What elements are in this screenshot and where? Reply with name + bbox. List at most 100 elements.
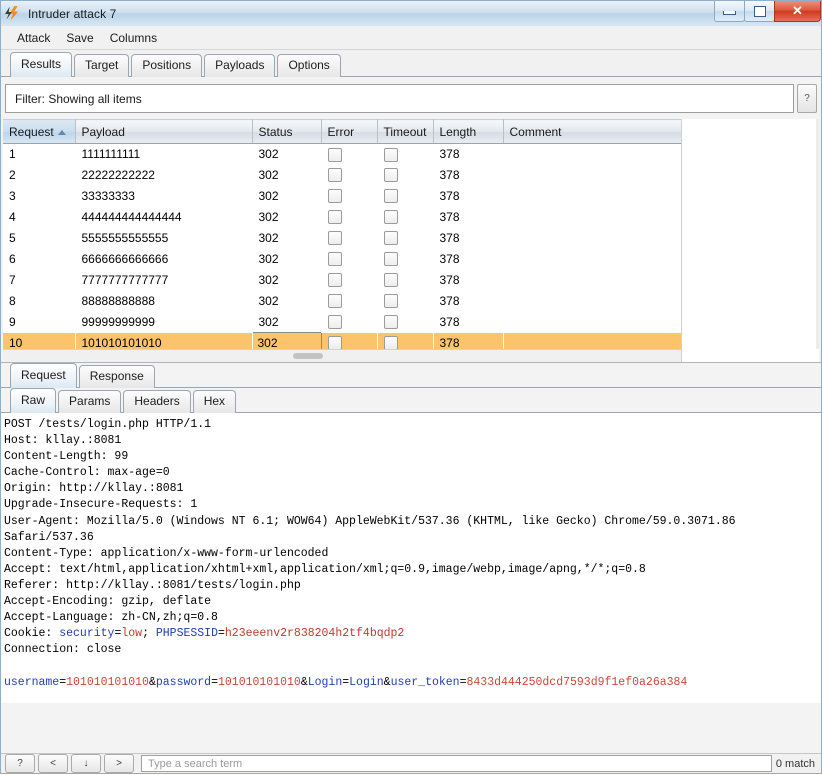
- cell-timeout: [377, 207, 433, 228]
- maximize-button[interactable]: [744, 1, 775, 22]
- results-vertical-scrollbar[interactable]: [816, 119, 819, 349]
- column-header-length[interactable]: Length: [433, 119, 504, 144]
- tab-options[interactable]: Options: [277, 54, 341, 77]
- cell-request: 4: [9, 210, 16, 224]
- timeout-checkbox[interactable]: [383, 147, 398, 162]
- tab-payloads[interactable]: Payloads: [204, 54, 276, 77]
- help-button[interactable]: ?: [5, 754, 35, 773]
- table-row[interactable]: 1 1111111111 302 378: [3, 144, 681, 165]
- cell-timeout: [377, 249, 433, 270]
- tab-response[interactable]: Response: [78, 365, 155, 388]
- tab-raw[interactable]: Raw: [10, 388, 57, 413]
- column-header-error[interactable]: Error: [321, 119, 378, 144]
- cell-comment: [503, 249, 681, 270]
- search-input[interactable]: Type a search term: [141, 755, 772, 772]
- results-table-container: Request Payload Status Error Timeout Len…: [3, 119, 819, 362]
- results-horizontal-scrollbar[interactable]: [3, 349, 681, 362]
- menu-item-columns[interactable]: Columns: [102, 29, 165, 47]
- table-row[interactable]: 7 7777777777777 302 378: [3, 270, 681, 291]
- table-row[interactable]: 8 88888888888 302 378: [3, 291, 681, 312]
- table-row[interactable]: 2 22222222222 302 378: [3, 165, 681, 186]
- burp-bolt-icon: [5, 5, 23, 23]
- error-checkbox[interactable]: [327, 294, 342, 309]
- filter-help-button[interactable]: ?: [797, 84, 817, 113]
- filter-row: Filter: Showing all items ?: [1, 77, 821, 119]
- cell-comment: [503, 270, 681, 291]
- cell-payload: 444444444444444: [81, 210, 182, 224]
- column-header-status[interactable]: Status: [252, 119, 322, 144]
- error-checkbox[interactable]: [327, 231, 342, 246]
- filter-bar[interactable]: Filter: Showing all items: [5, 84, 794, 113]
- scrollbar-thumb[interactable]: [293, 353, 323, 359]
- tab-params[interactable]: Params: [58, 390, 122, 413]
- tab-hex[interactable]: Hex: [192, 390, 237, 413]
- column-header-request[interactable]: Request: [3, 119, 76, 144]
- column-header-timeout[interactable]: Timeout: [377, 119, 434, 144]
- menu-item-attack[interactable]: Attack: [9, 29, 58, 47]
- table-row[interactable]: 3 33333333 302 378: [3, 186, 681, 207]
- cell-comment: [503, 291, 681, 312]
- minimize-button[interactable]: [714, 1, 745, 22]
- cell-status: 302: [258, 294, 279, 308]
- timeout-checkbox[interactable]: [383, 231, 398, 246]
- table-row[interactable]: 5 5555555555555 302 378: [3, 228, 681, 249]
- table-row[interactable]: 9 99999999999 302 378: [3, 312, 681, 333]
- table-row[interactable]: 6 6666666666666 302 378: [3, 249, 681, 270]
- tab-target[interactable]: Target: [74, 54, 130, 77]
- menu-item-save[interactable]: Save: [58, 29, 101, 47]
- search-bar: ? < ↓ > Type a search term 0 match: [1, 753, 821, 773]
- timeout-checkbox[interactable]: [383, 252, 398, 267]
- prev-match-button[interactable]: <: [38, 754, 68, 773]
- table-header-row: Request Payload Status Error Timeout Len…: [3, 119, 682, 144]
- forward-button[interactable]: >: [104, 754, 134, 773]
- timeout-checkbox[interactable]: [383, 315, 398, 330]
- cell-error: [321, 228, 377, 249]
- cell-comment: [503, 144, 681, 165]
- minimize-icon: [723, 11, 736, 15]
- cell-length: 378: [439, 210, 460, 224]
- cell-length: 378: [439, 189, 460, 203]
- tab-request[interactable]: Request: [10, 363, 77, 388]
- cell-error: [321, 291, 377, 312]
- error-checkbox[interactable]: [327, 252, 342, 267]
- window-title-bar[interactable]: Intruder attack 7 ✕: [0, 0, 822, 26]
- cell-status: 302: [258, 231, 279, 245]
- close-button[interactable]: ✕: [774, 1, 821, 22]
- tab-headers[interactable]: Headers: [123, 390, 191, 413]
- cell-length: 378: [439, 147, 460, 162]
- cell-request: 2: [9, 168, 16, 182]
- column-header-payload[interactable]: Payload: [75, 119, 253, 144]
- error-checkbox[interactable]: [327, 189, 342, 204]
- cell-payload: 7777777777777: [81, 273, 169, 287]
- tab-positions[interactable]: Positions: [131, 54, 203, 77]
- next-match-button[interactable]: ↓: [71, 754, 101, 773]
- timeout-checkbox[interactable]: [383, 168, 398, 183]
- application-window: Attack Save Columns Results Target Posit…: [0, 26, 822, 774]
- timeout-checkbox[interactable]: [383, 294, 398, 309]
- table-row[interactable]: 4 444444444444444 302 378: [3, 207, 681, 228]
- error-checkbox[interactable]: [327, 147, 342, 162]
- timeout-checkbox[interactable]: [383, 210, 398, 225]
- cell-length: 378: [439, 315, 460, 329]
- cell-status: 302: [258, 252, 279, 266]
- window-title: Intruder attack 7: [28, 6, 117, 21]
- timeout-checkbox[interactable]: [383, 189, 398, 204]
- cell-request: 3: [9, 189, 16, 203]
- menu-bar: Attack Save Columns: [1, 26, 821, 50]
- cell-payload: 33333333: [81, 189, 135, 203]
- error-checkbox[interactable]: [327, 273, 342, 288]
- cell-request: 8: [9, 294, 16, 308]
- error-checkbox[interactable]: [327, 168, 342, 183]
- cell-timeout: [377, 186, 433, 207]
- cell-request: 1: [9, 147, 16, 162]
- cell-timeout: [377, 228, 433, 249]
- error-checkbox[interactable]: [327, 210, 342, 225]
- column-header-comment[interactable]: Comment: [503, 119, 682, 144]
- cell-comment: [503, 312, 681, 333]
- cell-status: 302: [258, 168, 279, 182]
- cell-error: [321, 249, 377, 270]
- error-checkbox[interactable]: [327, 315, 342, 330]
- tab-results[interactable]: Results: [10, 52, 73, 77]
- raw-request-viewer[interactable]: POST /tests/login.php HTTP/1.1 Host: kll…: [1, 413, 821, 703]
- timeout-checkbox[interactable]: [383, 273, 398, 288]
